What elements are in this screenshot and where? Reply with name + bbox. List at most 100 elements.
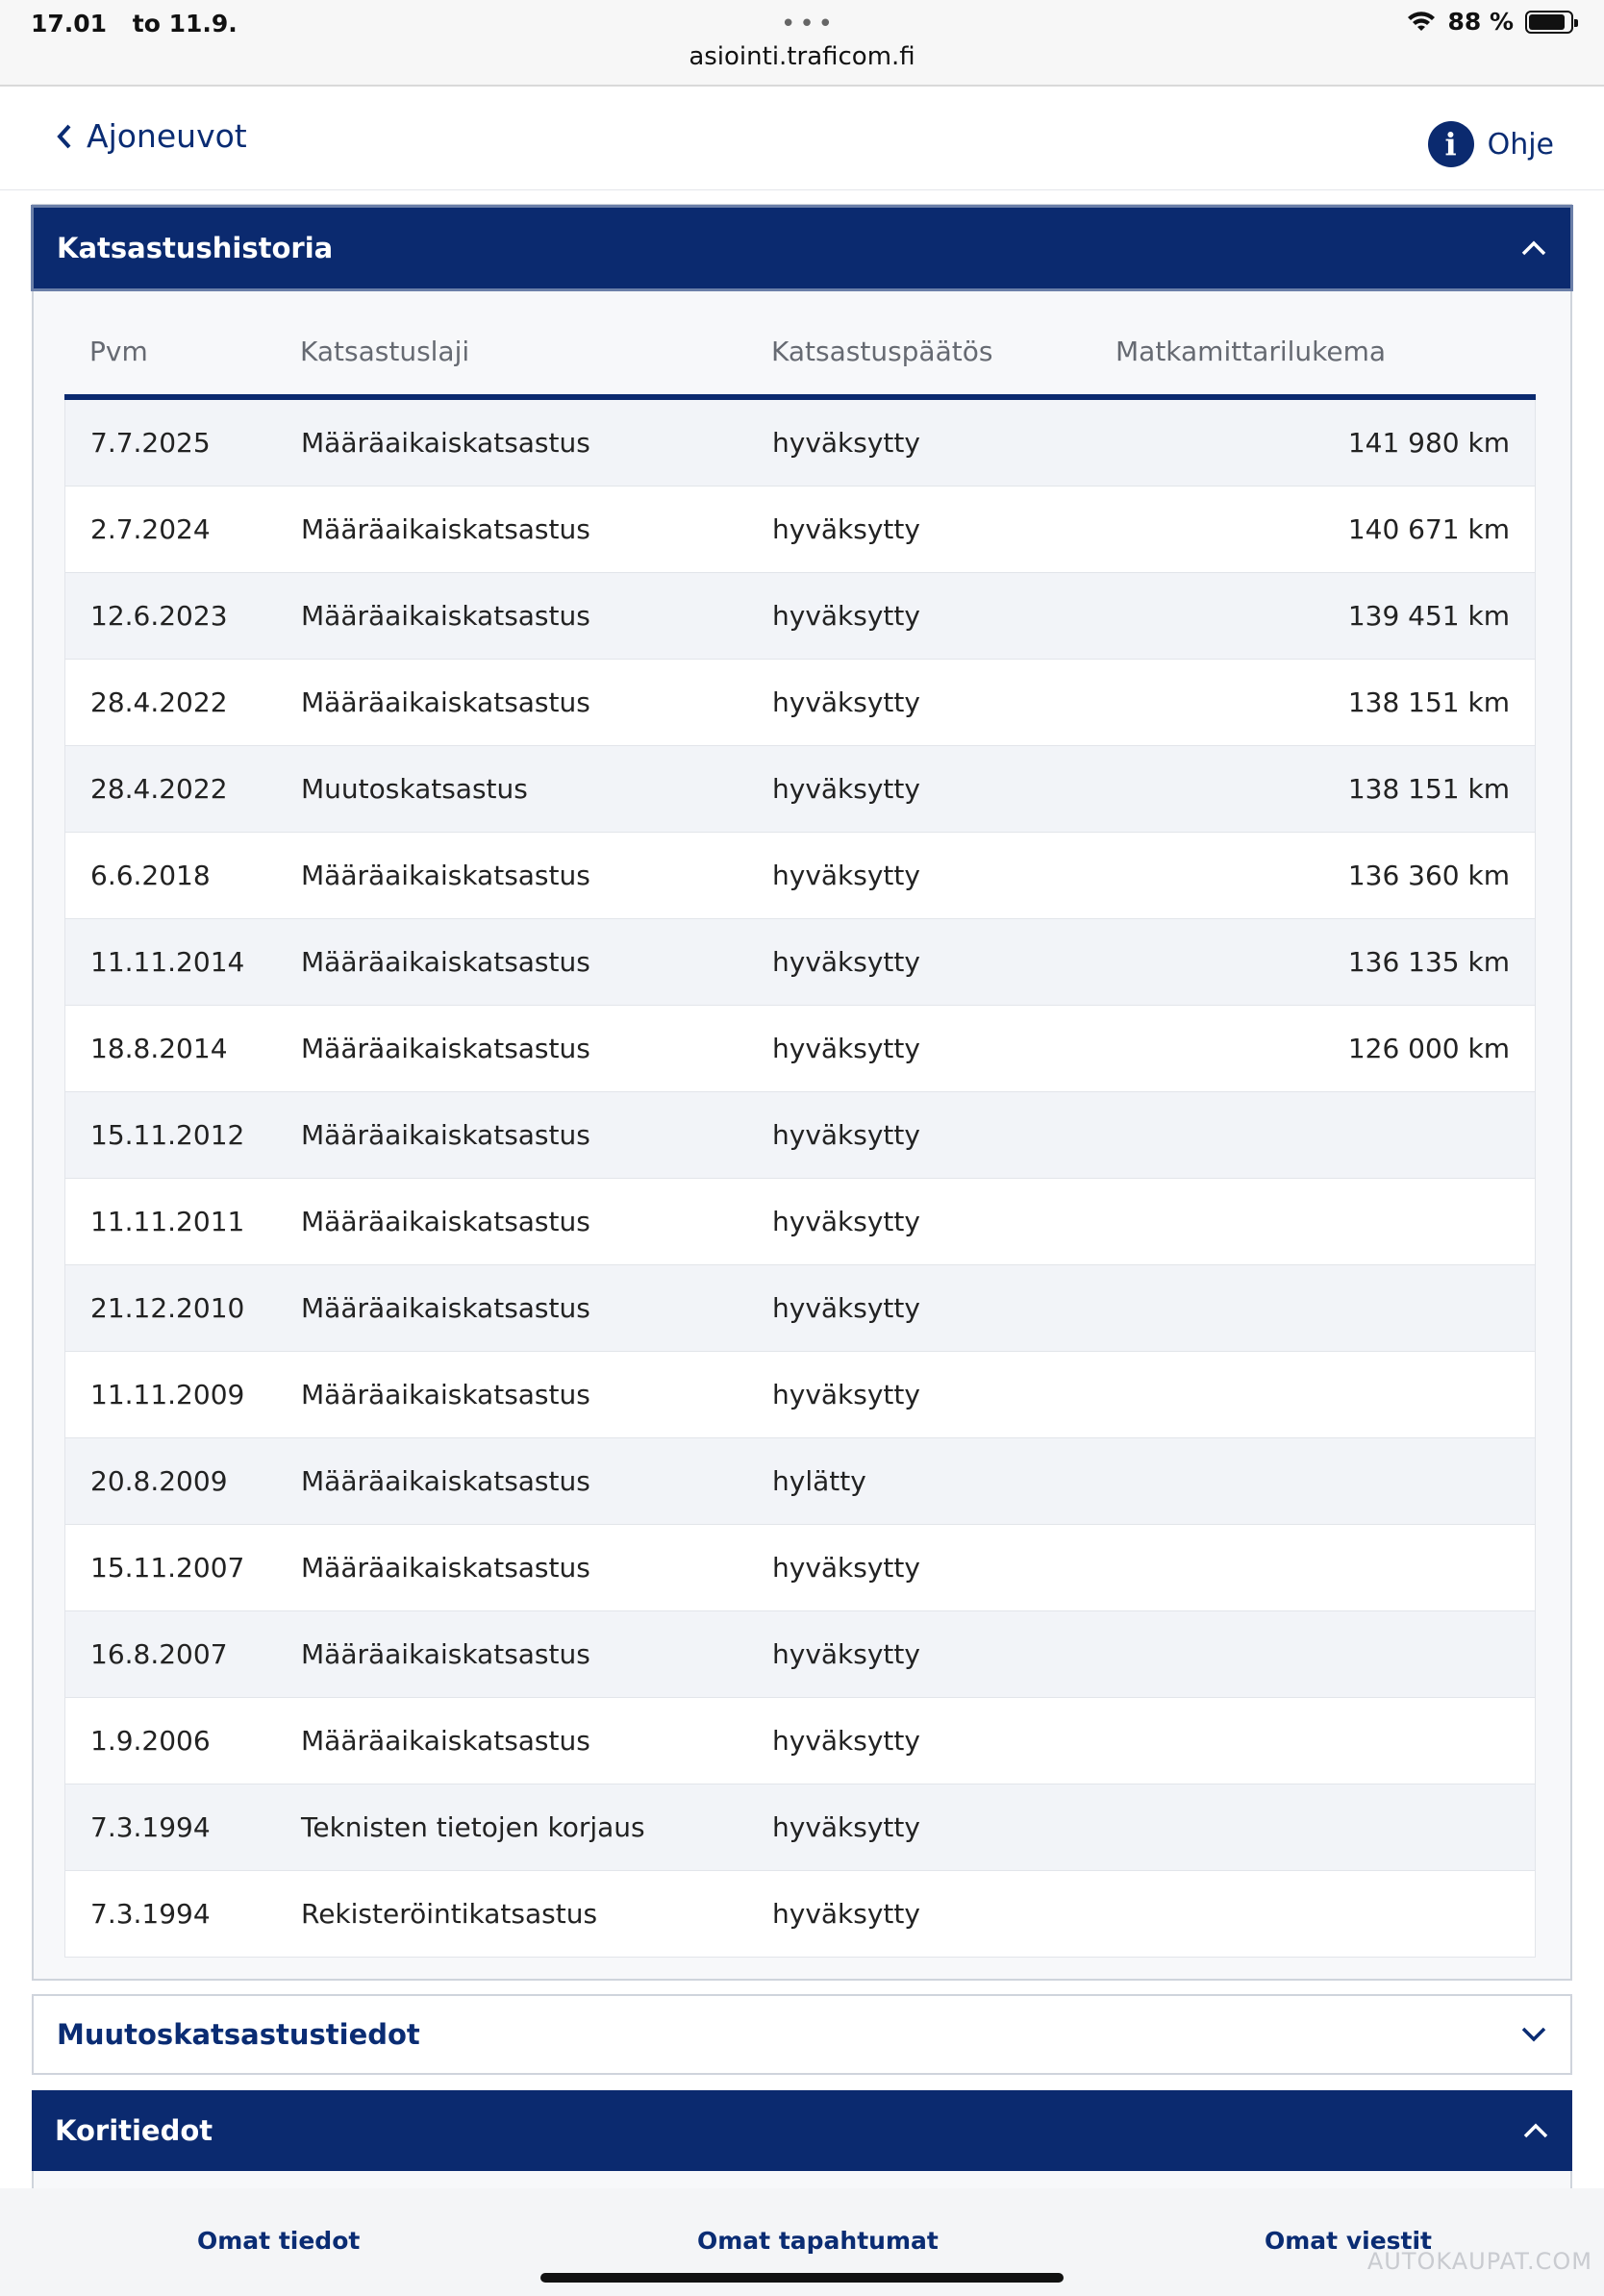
cell-inspection-type: Määräaikaiskatsastus — [301, 1552, 590, 1584]
cell-decision: hyväksytty — [772, 427, 920, 459]
cell-odometer: 136 135 km — [1347, 946, 1510, 978]
table-row: 16.8.2007 Määräaikaiskatsastus hyväksytty — [64, 1611, 1536, 1698]
wifi-icon — [1408, 11, 1436, 31]
cell-decision: hyväksytty — [772, 946, 920, 978]
table-header: Pvm Katsastuslaji Katsastuspäätös Matkam… — [64, 308, 1536, 400]
cell-inspection-type: Rekisteröintikatsastus — [301, 1898, 598, 1930]
cell-date: 1.9.2006 — [90, 1725, 211, 1757]
cell-odometer: 138 151 km — [1347, 686, 1510, 718]
cell-inspection-type: Määräaikaiskatsastus — [301, 946, 590, 978]
cell-inspection-type: Määräaikaiskatsastus — [301, 1638, 590, 1670]
table-row: 6.6.2018 Määräaikaiskatsastus hyväksytty 13… — [64, 833, 1536, 919]
table-row: 11.11.2009 Määräaikaiskatsastus hyväksytty — [64, 1352, 1536, 1438]
help-button[interactable]: i Ohje — [1427, 121, 1554, 167]
cell-odometer: 139 451 km — [1347, 600, 1510, 632]
cell-decision: hyväksytty — [772, 860, 920, 891]
cell-decision: hyväksytty — [772, 1119, 920, 1151]
back-link[interactable]: Ajoneuvot — [56, 117, 247, 155]
nav-my-events[interactable]: Omat tapahtumat — [697, 2227, 939, 2255]
table-row: 1.9.2006 Määräaikaiskatsastus hyväksytty — [64, 1698, 1536, 1784]
cell-decision: hyväksytty — [772, 513, 920, 545]
column-header-odometer: Matkamittarilukema — [1115, 335, 1387, 367]
chevron-up-icon — [1521, 240, 1546, 256]
cell-decision: hyväksytty — [772, 1725, 920, 1757]
cell-inspection-type: Määräaikaiskatsastus — [301, 1033, 590, 1064]
inspection-history-table: Pvm Katsastuslaji Katsastuspäätös Matkam… — [64, 308, 1536, 1958]
cell-odometer: 141 980 km — [1347, 427, 1510, 459]
modification-details-title: Muutoskatsastustiedot — [57, 2018, 420, 2051]
body-details-title: Koritiedot — [55, 2114, 213, 2147]
table-row: 11.11.2011 Määräaikaiskatsastus hyväksytty — [64, 1179, 1536, 1265]
table-row: 15.11.2007 Määräaikaiskatsastus hyväksytty — [64, 1525, 1536, 1611]
cell-date: 11.11.2009 — [90, 1379, 245, 1410]
table-row: 2.7.2024 Määräaikaiskatsastus hyväksytty 14… — [64, 487, 1536, 573]
cell-decision: hyväksytty — [772, 1379, 920, 1410]
cell-date: 7.7.2025 — [90, 427, 211, 459]
cell-inspection-type: Määräaikaiskatsastus — [301, 1379, 590, 1410]
table-body: 7.7.2025 Määräaikaiskatsastus hyväksytty 14… — [64, 400, 1536, 1958]
more-dots-icon[interactable]: ••• — [781, 10, 837, 38]
column-header-date: Pvm — [89, 335, 148, 367]
body-details-header[interactable]: Koritiedot — [32, 2090, 1572, 2171]
cell-date: 15.11.2012 — [90, 1119, 245, 1151]
column-header-type: Katsastuslaji — [300, 335, 470, 367]
info-icon: i — [1427, 121, 1474, 167]
cell-inspection-type: Määräaikaiskatsastus — [301, 860, 590, 891]
cell-decision: hyväksytty — [772, 600, 920, 632]
cell-decision: hyväksytty — [772, 1638, 920, 1670]
cell-date: 11.11.2011 — [90, 1206, 245, 1237]
cell-odometer: 126 000 km — [1347, 1033, 1510, 1064]
cell-decision: hyväksytty — [772, 1811, 920, 1843]
cell-inspection-type: Määräaikaiskatsastus — [301, 600, 590, 632]
cell-date: 7.3.1994 — [90, 1898, 211, 1930]
cell-date: 6.6.2018 — [90, 860, 211, 891]
clock-date: to 11.9. — [132, 10, 238, 37]
cell-date: 7.3.1994 — [90, 1811, 211, 1843]
back-label: Ajoneuvot — [87, 117, 247, 155]
cell-odometer: 140 671 km — [1347, 513, 1510, 545]
battery-fill — [1529, 13, 1565, 30]
table-row: 15.11.2012 Määräaikaiskatsastus hyväksytty — [64, 1092, 1536, 1179]
cell-decision: hyväksytty — [772, 773, 920, 805]
help-label: Ohje — [1487, 127, 1554, 162]
cell-date: 16.8.2007 — [90, 1638, 228, 1670]
cell-inspection-type: Teknisten tietojen korjaus — [301, 1811, 645, 1843]
battery-percent: 88 % — [1447, 8, 1514, 36]
inspection-history-header[interactable]: Katsastushistoria — [31, 205, 1573, 291]
cell-decision: hyväksytty — [772, 1292, 920, 1324]
cell-date: 2.7.2024 — [90, 513, 211, 545]
table-row: 21.12.2010 Määräaikaiskatsastus hyväksytty — [64, 1265, 1536, 1352]
cell-inspection-type: Määräaikaiskatsastus — [301, 1292, 590, 1324]
body-details-panel — [32, 2171, 1572, 2188]
status-indicators: 88 % — [1407, 8, 1578, 36]
cell-date: 12.6.2023 — [90, 600, 228, 632]
home-indicator[interactable] — [540, 2273, 1064, 2283]
cell-decision: hylätty — [772, 1465, 866, 1497]
nav-my-info[interactable]: Omat tiedot — [197, 2227, 360, 2255]
cell-inspection-type: Määräaikaiskatsastus — [301, 1206, 590, 1237]
cell-decision: hyväksytty — [772, 1033, 920, 1064]
cell-odometer: 138 151 km — [1347, 773, 1510, 805]
table-row: 11.11.2014 Määräaikaiskatsastus hyväksytty… — [64, 919, 1536, 1006]
cell-date: 20.8.2009 — [90, 1465, 228, 1497]
status-bar: 17.01 to 11.9. ••• asiointi.traficom.fi … — [0, 0, 1604, 87]
table-row: 7.3.1994 Rekisteröintikatsastus hyväksytty — [64, 1871, 1536, 1958]
cell-inspection-type: Määräaikaiskatsastus — [301, 1119, 590, 1151]
clock-time: 17.01 — [31, 10, 108, 37]
cell-date: 21.12.2010 — [90, 1292, 245, 1324]
address-bar[interactable]: asiointi.traficom.fi — [0, 42, 1604, 71]
cell-inspection-type: Muutoskatsastus — [301, 773, 528, 805]
cell-date: 18.8.2014 — [90, 1033, 228, 1064]
table-row: 28.4.2022 Määräaikaiskatsastus hyväksytty 1… — [64, 660, 1536, 746]
chevron-left-icon — [57, 124, 71, 148]
table-row: 28.4.2022 Muutoskatsastus hyväksytty 138 15… — [64, 746, 1536, 833]
cell-inspection-type: Määräaikaiskatsastus — [301, 513, 590, 545]
cell-inspection-type: Määräaikaiskatsastus — [301, 427, 590, 459]
cell-inspection-type: Määräaikaiskatsastus — [301, 686, 590, 718]
table-row: 12.6.2023 Määräaikaiskatsastus hyväksytty 1… — [64, 573, 1536, 660]
modification-details-header[interactable]: Muutoskatsastustiedot — [32, 1994, 1572, 2075]
watermark: AUTOKAUPAT.COM — [1366, 2248, 1592, 2275]
cell-decision: hyväksytty — [772, 1206, 920, 1237]
inspection-history-title: Katsastushistoria — [57, 232, 334, 264]
page-header: Ajoneuvot i Ohje — [0, 87, 1604, 190]
